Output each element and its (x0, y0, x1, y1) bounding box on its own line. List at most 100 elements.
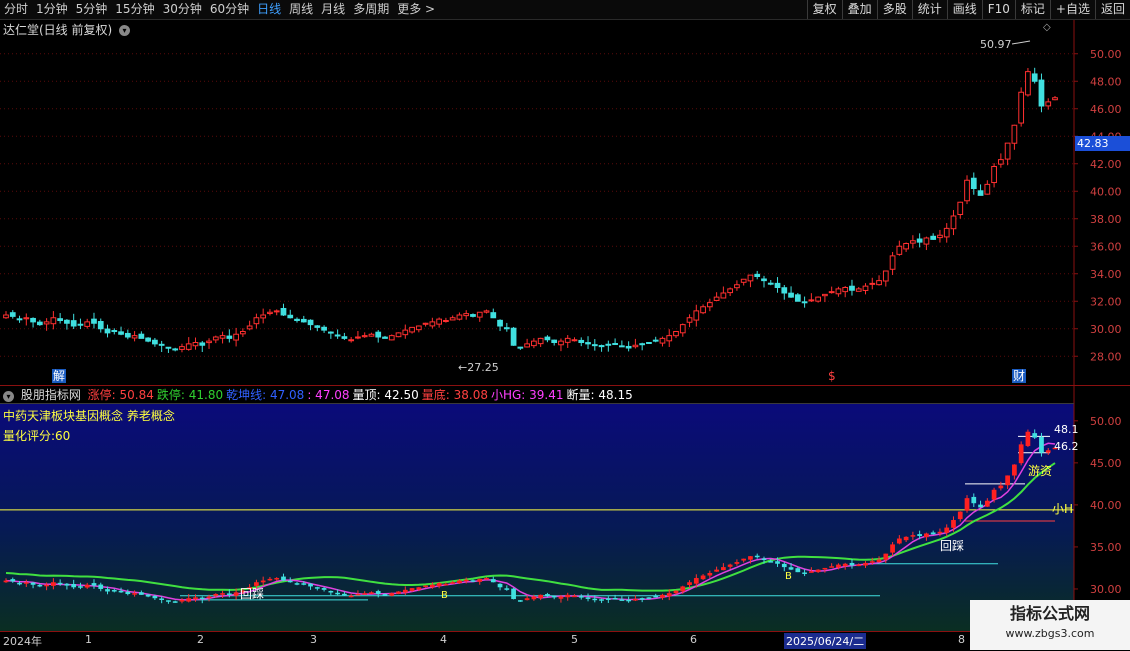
main-tick-label: 36.00 (1090, 240, 1122, 253)
sub-candle-body (551, 595, 557, 598)
tab-1min[interactable]: 1分钟 (32, 0, 72, 19)
candle-body (815, 296, 821, 302)
marker-cai[interactable]: 财 (1012, 369, 1027, 383)
tab-15min[interactable]: 15分钟 (111, 0, 158, 19)
time-label-m5: 5 (571, 633, 578, 646)
sub-candle-body (396, 591, 401, 594)
candle-body (646, 341, 652, 344)
candle-body (957, 201, 964, 215)
time-axis: 2024年 1 2 3 4 5 6 2025/06/24/二 8 (0, 631, 1074, 651)
candle-body (923, 237, 930, 245)
sub-candle-body (335, 592, 340, 595)
marker-jie[interactable]: 解 (52, 369, 67, 383)
candle-body (327, 331, 334, 334)
indicator-value-0: 涨停: 50.84 (87, 388, 154, 402)
main-candles (3, 40, 1058, 353)
draw-line-button[interactable]: 画线 (946, 0, 982, 19)
chevron-down-icon[interactable]: ▾ (3, 391, 14, 402)
candle-body (788, 292, 794, 298)
sub-candle-body (896, 538, 902, 544)
chevron-down-icon[interactable]: ▾ (119, 25, 131, 36)
candle-body (415, 325, 422, 331)
candle-body (260, 314, 267, 319)
candle-body (91, 318, 97, 324)
time-label-m1: 1 (85, 633, 92, 646)
level-label-1: 48.1 (1054, 423, 1079, 436)
time-label-year: 2024年 (3, 635, 42, 648)
candle-body (510, 327, 517, 346)
sub-candle-body (490, 579, 496, 583)
candle-body (185, 343, 192, 350)
sub-candle-body (132, 593, 137, 595)
indicator-value-5: 量底: 38.08 (421, 388, 488, 402)
mark-button[interactable]: 标记 (1014, 0, 1050, 19)
sub-candle-body (328, 591, 334, 593)
sub-candle-body (599, 599, 604, 601)
stats-button[interactable]: 统计 (911, 0, 947, 19)
tab-60min[interactable]: 60分钟 (206, 0, 253, 19)
sub-candle-body (98, 584, 104, 589)
tab-multi-period[interactable]: 多周期 (349, 0, 393, 19)
tab-daily[interactable]: 日线 (253, 0, 285, 19)
diamond-icon[interactable]: ◇ (1043, 22, 1051, 33)
indicator-name[interactable]: 股朋指标网 (21, 388, 81, 402)
sub-candle-body (754, 555, 760, 558)
candle-body (23, 317, 30, 320)
toolbar-right-buttons: 复权 叠加 多股 统计 画线 F10 标记 +自选 返回 (806, 0, 1130, 19)
candle-body (801, 301, 808, 304)
tab-30min[interactable]: 30分钟 (159, 0, 206, 19)
candle-body (720, 292, 727, 299)
stock-title-wrap: 达仁堂(日线 前复权) ▾ (3, 21, 131, 38)
tab-5min[interactable]: 5分钟 (72, 0, 112, 19)
multi-stock-button[interactable]: 多股 (876, 0, 912, 19)
tab-more[interactable]: 更多 > (393, 0, 439, 19)
candle-body (734, 284, 740, 289)
sub-candle-body (179, 599, 185, 602)
sub-candle-body (3, 580, 9, 583)
marker-dollar[interactable]: $ (828, 369, 836, 383)
candle-body (463, 313, 470, 317)
candle-body (747, 274, 754, 282)
indicator-header: ▾ 股朋指标网 涨停: 50.84 跌停: 41.80 乾坤线: 47.08: 47… (0, 386, 1074, 403)
sub-candle-body (44, 584, 49, 587)
sub-candle-body (30, 582, 36, 585)
tab-weekly[interactable]: 周线 (285, 0, 317, 19)
candle-body (368, 333, 375, 337)
time-label-m8: 8 (958, 633, 965, 646)
sub-candle-body (1045, 450, 1051, 453)
sub-candle-body (152, 595, 158, 599)
sub-candle-body (612, 597, 618, 600)
tab-monthly[interactable]: 月线 (317, 0, 349, 19)
sub-candle-body (186, 598, 192, 602)
sub-candle-body (409, 588, 415, 591)
sub-candles (3, 429, 1058, 604)
candle-body (524, 343, 530, 348)
candle-body (828, 291, 835, 294)
overlay-button[interactable]: 叠加 (841, 0, 877, 19)
fuquan-button[interactable]: 复权 (806, 0, 842, 19)
candle-body (910, 240, 916, 244)
candle-body (774, 282, 781, 288)
sub-candle-body (849, 562, 855, 566)
sub-candle-body (436, 583, 442, 587)
tab-fenshi[interactable]: 分时 (0, 0, 32, 19)
sub-candle-body (504, 588, 510, 590)
sub-candle-body (226, 593, 232, 595)
candle-body (781, 287, 788, 294)
high-arrow (1011, 40, 1031, 45)
sub-candle-body (145, 594, 151, 597)
candle-body (869, 282, 876, 285)
low-price-value: 27.25 (467, 361, 499, 374)
sub-tick-label: 35.00 (1090, 541, 1122, 554)
b-signal-1: B (441, 590, 448, 601)
sub-candle-body (1039, 436, 1044, 453)
f10-button[interactable]: F10 (981, 0, 1015, 19)
add-watchlist-button[interactable]: +自选 (1049, 0, 1095, 19)
sub-candle-body (741, 558, 747, 561)
sub-candle-body (524, 598, 530, 601)
sub-candle-body (605, 598, 611, 600)
back-button[interactable]: 返回 (1094, 0, 1130, 19)
sub-candle-body (626, 599, 632, 602)
candle-body (862, 285, 869, 291)
sub-candle-body (734, 562, 740, 564)
